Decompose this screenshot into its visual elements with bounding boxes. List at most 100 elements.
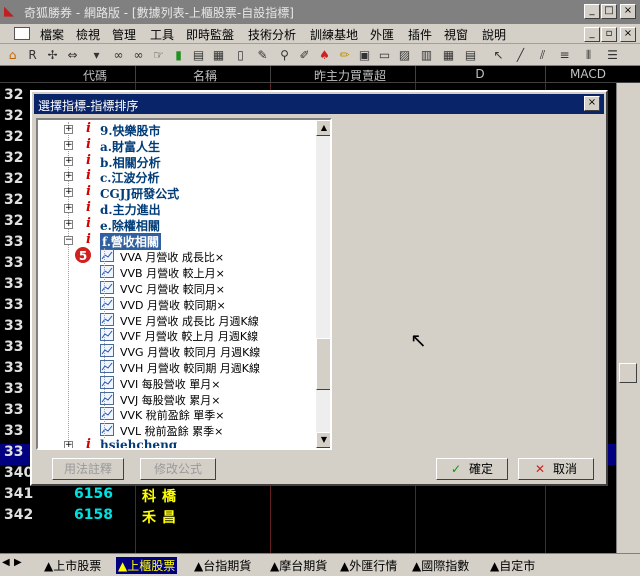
collapse-icon[interactable]: − <box>64 235 73 245</box>
expand-icon[interactable]: + <box>64 125 73 134</box>
pencil-icon[interactable]: ✏ <box>336 47 353 63</box>
expand-icon[interactable]: + <box>64 441 73 448</box>
rsi-icon[interactable]: R <box>24 47 41 63</box>
search-icon[interactable]: ⚲ <box>276 47 293 63</box>
tree-child-item[interactable]: VVK 稅前盈餘 單季× <box>38 406 314 422</box>
tree-child-item[interactable]: VVD 月營收 較同期× <box>38 296 314 312</box>
tree-group[interactable]: + i hsiehcheng <box>38 437 314 448</box>
line-icon[interactable]: ╱ <box>512 47 529 63</box>
tree-scroll-thumb[interactable] <box>316 338 330 390</box>
layout-icon[interactable]: ▣ <box>356 47 373 63</box>
chart-bars-icon[interactable]: ▮ <box>170 47 187 63</box>
child-restore-button[interactable]: ▫ <box>601 27 617 42</box>
dialog-close-button[interactable]: × <box>584 96 600 111</box>
panel3-icon[interactable]: ▤ <box>462 47 479 63</box>
blocks-icon[interactable]: ▤ <box>190 47 207 63</box>
indicator-tree[interactable]: + i 9.快樂股市 + i a.財富人生 + i b.相關分析 + i c.江波分析 + i CGJJ研發… <box>36 118 332 450</box>
tab-listed[interactable]: ▲上市股票 <box>44 557 101 574</box>
tree-group[interactable]: + i e.除權相關 <box>38 216 314 233</box>
tree-child-item[interactable]: VVJ 每股營收 累月× <box>38 391 314 407</box>
col-d[interactable]: D <box>440 67 520 81</box>
tree-group[interactable]: + i 9.快樂股市 <box>38 121 314 138</box>
menu-window[interactable]: 視窗 <box>444 26 468 43</box>
grid-scrollbar[interactable] <box>616 83 640 553</box>
tabs-left-arrow[interactable]: ◀ <box>2 557 10 568</box>
tree-child-item[interactable]: VVB 月營收 較上月× <box>38 264 314 280</box>
pen-icon[interactable]: ✎ <box>254 47 271 63</box>
bell-icon[interactable]: ♠ <box>316 47 333 63</box>
menu-help[interactable]: 說明 <box>482 26 506 43</box>
panel-icon[interactable]: ▥ <box>418 47 435 63</box>
cancel-button[interactable]: ✕ 取消 <box>518 458 594 480</box>
menu-manage[interactable]: 管理 <box>112 26 136 43</box>
arrows-icon[interactable]: ⇔ <box>64 47 81 63</box>
book-icon[interactable]: ▯ <box>232 47 249 63</box>
grid-icon[interactable] <box>14 27 30 40</box>
tab-taiex-futures[interactable]: ▲台指期貨 <box>194 557 251 574</box>
crosshair-icon[interactable]: ✢ <box>44 47 61 63</box>
tree-scrollbar[interactable]: ▲ ▼ <box>316 120 330 448</box>
tree-group[interactable]: + i CGJJ研發公式 <box>38 184 314 201</box>
scroll-down-button[interactable]: ▼ <box>316 432 330 448</box>
edit-icon[interactable]: ✐ <box>296 47 313 63</box>
ok-button[interactable]: ✓ 確定 <box>436 458 508 480</box>
grid-table-icon[interactable]: ▦ <box>210 47 227 63</box>
image-icon[interactable]: ▨ <box>396 47 413 63</box>
tree-group[interactable]: + i d.主力進出 <box>38 200 314 217</box>
home-icon[interactable]: ⌂ <box>4 47 21 63</box>
col-main-force[interactable]: 昨主力買賣超 <box>290 67 410 84</box>
child-close-button[interactable]: × <box>620 27 636 42</box>
tree-group[interactable]: + i a.財富人生 <box>38 137 314 154</box>
minimize-button[interactable]: _ <box>584 4 600 19</box>
expand-icon[interactable]: + <box>64 172 73 182</box>
link-icon[interactable]: ∞ <box>110 47 127 63</box>
tree-child-item[interactable]: VVH 月營收 較同期 月週K線 <box>38 359 314 375</box>
tree-child-item[interactable]: VVG 月營收 較同月 月週K線 <box>38 343 314 359</box>
expand-icon[interactable]: + <box>64 204 73 213</box>
close-window-button[interactable]: × <box>620 4 636 19</box>
tree-child-item[interactable]: VVC 月營收 較同月× <box>38 280 314 296</box>
menu-view[interactable]: 檢視 <box>76 26 100 43</box>
menu-technical[interactable]: 技術分析 <box>248 26 296 43</box>
hline-icon[interactable]: ≡ <box>556 47 573 63</box>
link2-icon[interactable]: ∞ <box>130 47 147 63</box>
tree-child-item[interactable]: VVL 稅前盈餘 累季× <box>38 422 314 438</box>
hand-icon[interactable]: ☞ <box>150 47 167 63</box>
expand-icon[interactable]: + <box>64 219 73 229</box>
menu-file[interactable]: 檔案 <box>40 26 64 43</box>
expand-icon[interactable]: + <box>64 140 73 150</box>
panel2-icon[interactable]: ▦ <box>440 47 457 63</box>
col-code[interactable]: 代碼 <box>60 67 130 84</box>
expand-icon[interactable]: + <box>64 188 73 198</box>
tree-child-item[interactable]: VVE 月營收 成長比 月週K線 <box>38 312 314 328</box>
vlines-icon[interactable]: ⦀ <box>580 47 597 63</box>
menu-tools[interactable]: 工具 <box>150 26 174 43</box>
dropdown-icon[interactable]: ▾ <box>88 47 105 63</box>
maximize-button[interactable]: □ <box>601 4 617 19</box>
usage-note-button[interactable]: 用法註釋 <box>52 458 124 480</box>
scroll-up-button[interactable]: ▲ <box>316 120 330 136</box>
grid-scroll-thumb[interactable] <box>619 363 637 383</box>
tree-child-item[interactable]: VVF 月營收 較上月 月週K線 <box>38 327 314 343</box>
hlines-icon[interactable]: ☰ <box>604 47 621 63</box>
table-row[interactable]: 342 6158 禾昌 <box>0 507 616 528</box>
menu-monitor[interactable]: 即時監盤 <box>186 26 234 43</box>
modify-formula-button[interactable]: 修改公式 <box>140 458 216 480</box>
table-row[interactable]: 341 6156 科橋 <box>0 486 616 507</box>
window-icon[interactable]: ▭ <box>376 47 393 63</box>
tree-group[interactable]: + i b.相關分析 <box>38 153 314 170</box>
menu-plugins[interactable]: 插件 <box>408 26 432 43</box>
tab-msci-futures[interactable]: ▲摩台期貨 <box>270 557 327 574</box>
tabs-right-arrow[interactable]: ▶ <box>14 557 22 568</box>
expand-icon[interactable]: + <box>64 156 73 166</box>
col-name[interactable]: 名稱 <box>160 67 250 84</box>
tab-custom[interactable]: ▲自定市 <box>490 557 535 574</box>
child-minimize-button[interactable]: _ <box>584 27 600 42</box>
menu-training[interactable]: 訓練基地 <box>310 26 358 43</box>
tab-forex[interactable]: ▲外匯行情 <box>340 557 397 574</box>
tree-child-item[interactable]: VVI 每股營收 單月× <box>38 375 314 391</box>
tab-international[interactable]: ▲國際指數 <box>412 557 469 574</box>
lines-icon[interactable]: ⫽ <box>534 47 551 63</box>
menu-forex[interactable]: 外匯 <box>370 26 394 43</box>
col-macd[interactable]: MACD <box>558 67 618 81</box>
